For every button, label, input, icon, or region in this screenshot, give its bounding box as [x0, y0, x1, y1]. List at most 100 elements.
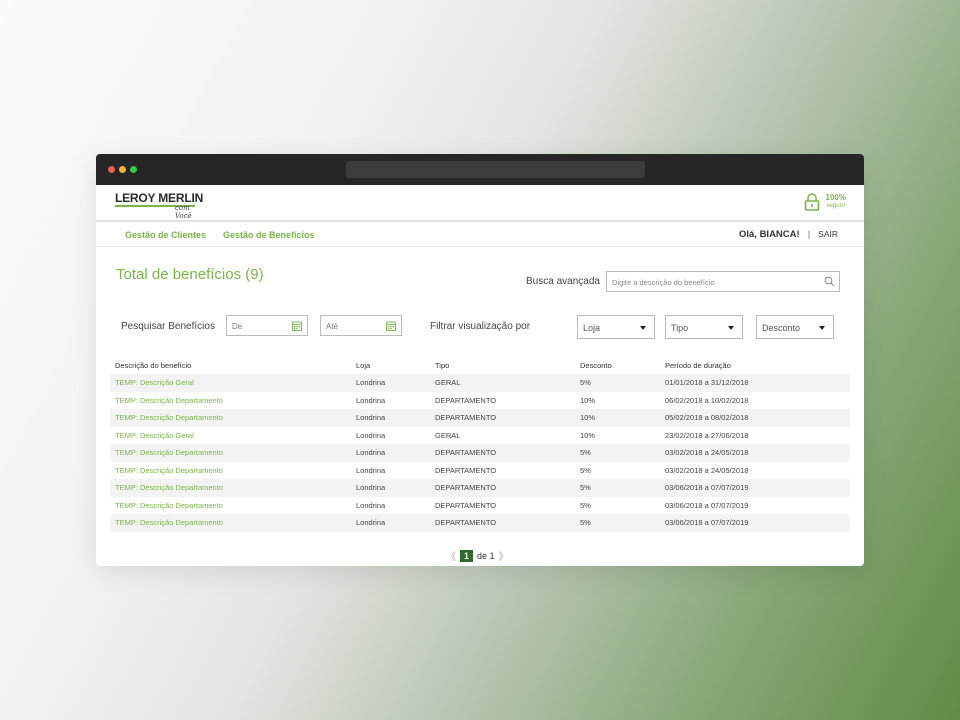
browser-window: LEROY MERLIN com Você 100% seguro Gestão…: [96, 154, 864, 566]
cell-type: DEPARTAMENTO: [430, 409, 575, 427]
address-bar[interactable]: [346, 161, 645, 178]
chevron-down-icon: [640, 326, 646, 330]
advanced-search-field[interactable]: [606, 271, 840, 292]
col-header-description[interactable]: Descrição do benefício: [110, 357, 351, 374]
logout-link[interactable]: SAIR: [818, 229, 838, 239]
cell-store: Londrina: [356, 395, 386, 405]
table-header-row: Descrição do benefício Loja Tipo Descont…: [110, 357, 850, 374]
page-title: Total de benefícios (9): [116, 266, 264, 283]
col-header-type[interactable]: Tipo: [430, 357, 575, 374]
chevron-down-icon: [819, 326, 825, 330]
user-greeting-area: Olá, BIANCA! | SAIR: [739, 229, 838, 240]
minimize-window-button[interactable]: [119, 166, 126, 173]
nav-separator: |: [807, 229, 811, 240]
search-icon[interactable]: [824, 276, 835, 287]
secure-badge: 100% seguro: [804, 193, 846, 211]
type-select-value: Tipo: [671, 323, 689, 333]
cell-type: DEPARTAMENTO: [430, 514, 575, 532]
col-header-store[interactable]: Loja: [351, 357, 430, 374]
browser-titlebar: [96, 154, 864, 185]
cell-store: Londrina: [351, 479, 430, 497]
cell-store: Londrina: [351, 444, 430, 462]
nav-item-client-management[interactable]: Gestão de Clientes: [125, 230, 206, 240]
table-row[interactable]: TEMP: Descrição Geral Londrina GERAL 5% 01/0…: [110, 374, 850, 392]
store-select[interactable]: Loja: [577, 315, 655, 339]
date-from-field[interactable]: [226, 315, 308, 336]
cell-period: 23/02/2018 a 27/06/2018: [665, 430, 749, 440]
col-header-discount[interactable]: Desconto: [575, 357, 660, 374]
date-to-input[interactable]: [321, 317, 383, 336]
cell-period: 01/01/2018 a 31/12/2018: [660, 374, 850, 392]
cell-discount: 10%: [580, 430, 596, 440]
cell-type: DEPARTAMENTO: [435, 500, 497, 510]
date-to-field[interactable]: [320, 315, 402, 336]
secure-text: 100% seguro: [826, 194, 846, 210]
cell-type: DEPARTAMENTO: [430, 444, 575, 462]
table-row[interactable]: TEMP: Descrição Departamento Londrina DEPA…: [110, 462, 850, 480]
cell-description[interactable]: TEMP: Descrição Departamento: [110, 514, 351, 532]
table-row[interactable]: TEMP: Descrição Departamento Londrina DEPA…: [110, 497, 850, 515]
main-nav: Gestão de Clientes Gestão de Benefícios …: [96, 222, 864, 247]
cell-store: Londrina: [351, 409, 430, 427]
logo-subtext: com Você: [175, 204, 192, 220]
advanced-search-label: Busca avançada: [526, 276, 600, 287]
lock-icon: [804, 193, 819, 211]
secure-main-text: 100%: [825, 193, 846, 202]
type-select[interactable]: Tipo: [665, 315, 743, 339]
site-header: LEROY MERLIN com Você 100% seguro: [96, 185, 864, 222]
cell-description[interactable]: TEMP: Descrição Geral: [110, 427, 351, 445]
cell-store: Londrina: [351, 374, 430, 392]
maximize-window-button[interactable]: [130, 166, 137, 173]
table-row[interactable]: TEMP: Descrição Departamento Londrina DEPA…: [110, 514, 850, 532]
cell-type: DEPARTAMENTO: [430, 479, 575, 497]
next-page-button[interactable]: 》: [499, 548, 509, 563]
cell-type: DEPARTAMENTO: [435, 395, 497, 405]
benefits-table: Descrição do benefício Loja Tipo Descont…: [110, 357, 850, 532]
cell-store: Londrina: [351, 514, 430, 532]
table-row[interactable]: TEMP: Descrição Geral Londrina GERAL 10% 23/…: [110, 427, 850, 445]
cell-period: 03/06/2018 a 07/07/2019: [660, 479, 850, 497]
date-from-input[interactable]: [227, 317, 289, 336]
table-row[interactable]: TEMP: Descrição Departamento Londrina DEPA…: [110, 444, 850, 462]
cell-store: Londrina: [356, 430, 386, 440]
cell-period: 03/06/2018 a 07/07/2019: [660, 514, 850, 532]
table-row[interactable]: TEMP: Descrição Departamento Londrina DEPA…: [110, 392, 850, 410]
table-row[interactable]: TEMP: Descrição Departamento Londrina DEPA…: [110, 479, 850, 497]
prev-page-button[interactable]: 《: [446, 548, 456, 563]
cell-type: GERAL: [430, 374, 575, 392]
cell-description[interactable]: TEMP: Descrição Departamento: [110, 462, 351, 480]
current-page-button[interactable]: 1: [460, 549, 474, 562]
chevron-down-icon: [728, 326, 734, 330]
cell-store: Londrina: [356, 500, 386, 510]
cell-period: 03/06/2018 a 07/07/2019: [665, 500, 749, 510]
discount-select-value: Desconto: [762, 323, 801, 333]
cell-type: DEPARTAMENTO: [435, 465, 497, 475]
cell-description[interactable]: TEMP: Descrição Departamento: [110, 409, 351, 427]
store-select-value: Loja: [583, 323, 601, 333]
nav-item-benefit-management[interactable]: Gestão de Benefícios: [223, 230, 315, 240]
filter-view-label: Filtrar visualização por: [430, 321, 531, 332]
advanced-search-input[interactable]: [607, 273, 817, 292]
discount-select[interactable]: Desconto: [756, 315, 834, 339]
cell-description[interactable]: TEMP: Descrição Geral: [110, 374, 351, 392]
cell-description[interactable]: TEMP: Descrição Departamento: [110, 497, 351, 515]
cell-description[interactable]: TEMP: Descrição Departamento: [110, 444, 351, 462]
close-window-button[interactable]: [108, 166, 115, 173]
secure-sub-text: seguro: [826, 203, 845, 209]
calendar-icon[interactable]: [386, 321, 396, 331]
logo-text: LEROY MERLIN: [115, 191, 204, 205]
search-benefits-label: Pesquisar Benefícios: [121, 321, 215, 332]
col-header-period[interactable]: Período de duração: [660, 357, 850, 374]
cell-discount: 10%: [575, 409, 660, 427]
cell-period: 03/02/2018 a 24/05/2018: [660, 444, 850, 462]
cell-discount: 5%: [575, 444, 660, 462]
page-total-text: de 1: [477, 550, 495, 561]
table-row[interactable]: TEMP: Descrição Departamento Londrina DEPA…: [110, 409, 850, 427]
cell-description[interactable]: TEMP: Descrição Departamento: [110, 392, 351, 410]
calendar-icon[interactable]: [292, 321, 302, 331]
cell-discount: 5%: [575, 479, 660, 497]
cell-description[interactable]: TEMP: Descrição Departamento: [110, 479, 351, 497]
cell-period: 06/02/2018 a 10/02/2018: [665, 395, 749, 405]
cell-discount: 5%: [580, 500, 591, 510]
leroy-merlin-logo[interactable]: LEROY MERLIN com Você: [115, 191, 204, 220]
